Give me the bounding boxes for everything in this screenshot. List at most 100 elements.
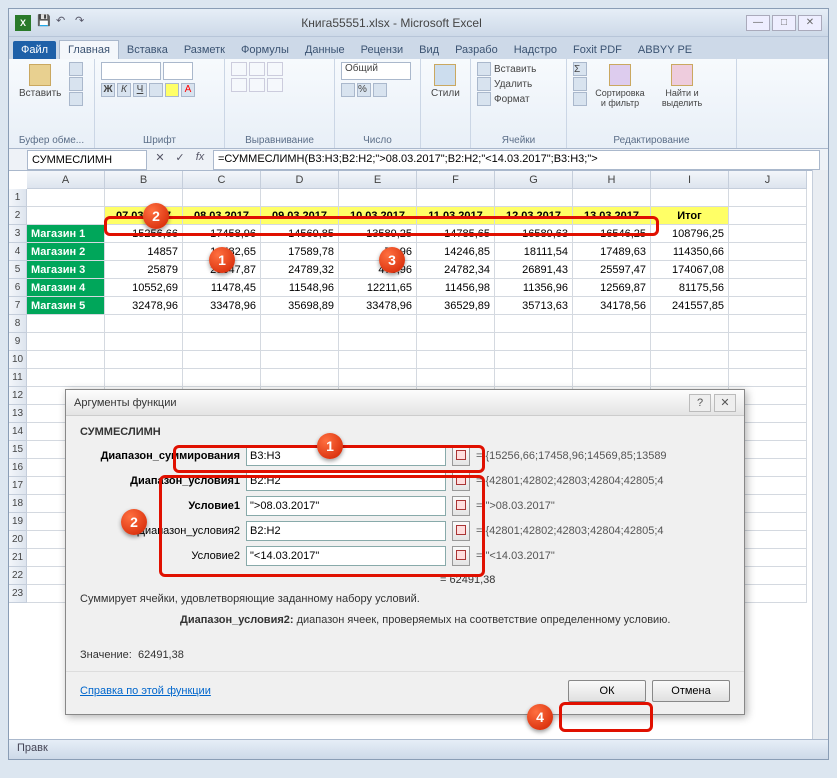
tab-review[interactable]: Рецензи	[353, 41, 412, 59]
name-box[interactable]	[27, 150, 147, 170]
cell[interactable]	[261, 315, 339, 333]
cell[interactable]: 13.03.2017	[573, 207, 651, 225]
cell[interactable]	[27, 315, 105, 333]
cell[interactable]: 08.03.2017	[183, 207, 261, 225]
help-link[interactable]: Справка по этой функции	[80, 685, 562, 697]
font-family-select[interactable]	[101, 62, 161, 80]
cell[interactable]	[729, 225, 807, 243]
row-header[interactable]: 21	[9, 549, 27, 567]
save-icon[interactable]: 💾	[37, 14, 53, 30]
cell[interactable]	[495, 189, 573, 207]
formula-bar[interactable]: =СУММЕСЛИМН(B3:H3;B2:H2;">08.03.2017";B2…	[213, 150, 820, 170]
cell[interactable]	[651, 189, 729, 207]
cell[interactable]	[105, 315, 183, 333]
cell[interactable]	[339, 189, 417, 207]
cell[interactable]	[573, 315, 651, 333]
cell[interactable]: 14785,65	[417, 225, 495, 243]
cell[interactable]	[729, 315, 807, 333]
col-header[interactable]: A	[27, 171, 105, 189]
cell[interactable]: 14246,85	[417, 243, 495, 261]
cell[interactable]: 10552,69	[105, 279, 183, 297]
dialog-titlebar[interactable]: Аргументы функции ? ✕	[66, 390, 744, 416]
minimize-button[interactable]: —	[746, 15, 770, 31]
redo-icon[interactable]: ↷	[75, 14, 91, 30]
cell[interactable]: 78,96	[339, 243, 417, 261]
dialog-close-button[interactable]: ✕	[714, 394, 736, 412]
range-selector-button[interactable]	[452, 521, 470, 541]
cell[interactable]: 34178,56	[573, 297, 651, 315]
cell[interactable]: 33478,96	[183, 297, 261, 315]
cell[interactable]	[27, 351, 105, 369]
styles-button[interactable]: Стили	[427, 62, 464, 101]
col-header[interactable]: C	[183, 171, 261, 189]
tab-view[interactable]: Вид	[411, 41, 447, 59]
cell[interactable]	[27, 189, 105, 207]
autosum-button[interactable]: Σ	[573, 62, 587, 76]
undo-icon[interactable]: ↶	[56, 14, 72, 30]
fill-color-button[interactable]	[165, 83, 179, 97]
row-header[interactable]: 9	[9, 333, 27, 351]
cell[interactable]: 10.03.2017	[339, 207, 417, 225]
row-header[interactable]: 3	[9, 225, 27, 243]
cell[interactable]: 14857	[105, 243, 183, 261]
cell[interactable]	[417, 369, 495, 387]
cell[interactable]	[729, 369, 807, 387]
arg-input[interactable]	[246, 496, 446, 516]
bold-button[interactable]: Ж	[101, 83, 115, 97]
cell[interactable]	[339, 315, 417, 333]
percent-button[interactable]: %	[357, 83, 371, 97]
col-header[interactable]: I	[651, 171, 729, 189]
cell[interactable]: 17489,63	[573, 243, 651, 261]
cell[interactable]	[339, 369, 417, 387]
cell[interactable]: 114350,66	[651, 243, 729, 261]
cell[interactable]: 14569,85	[261, 225, 339, 243]
cell[interactable]	[729, 297, 807, 315]
cell[interactable]: 16589,63	[495, 225, 573, 243]
col-header[interactable]: B	[105, 171, 183, 189]
tab-formulas[interactable]: Формулы	[233, 41, 297, 59]
row-header[interactable]: 1	[9, 189, 27, 207]
tab-insert[interactable]: Вставка	[119, 41, 176, 59]
comma-button[interactable]	[373, 83, 387, 97]
col-header[interactable]: H	[573, 171, 651, 189]
cell[interactable]	[573, 369, 651, 387]
cell[interactable]	[573, 333, 651, 351]
enter-formula-button[interactable]: ✓	[171, 151, 189, 169]
cell[interactable]: 25879	[105, 261, 183, 279]
cell[interactable]	[27, 369, 105, 387]
row-header[interactable]: 4	[9, 243, 27, 261]
cell[interactable]: 12.03.2017	[495, 207, 573, 225]
cell[interactable]: 24782,34	[417, 261, 495, 279]
col-header[interactable]: D	[261, 171, 339, 189]
arg-input[interactable]	[246, 446, 446, 466]
cell[interactable]	[183, 369, 261, 387]
row-header[interactable]: 5	[9, 261, 27, 279]
row-header[interactable]: 6	[9, 279, 27, 297]
row-header[interactable]: 13	[9, 405, 27, 423]
col-header[interactable]: G	[495, 171, 573, 189]
cell[interactable]	[261, 351, 339, 369]
cell[interactable]: 108796,25	[651, 225, 729, 243]
insert-cells-button[interactable]: Вставить	[477, 62, 536, 76]
cell[interactable]	[729, 243, 807, 261]
cell[interactable]	[651, 351, 729, 369]
cell[interactable]: 11.03.2017	[417, 207, 495, 225]
fill-button[interactable]	[573, 77, 587, 91]
cell[interactable]	[729, 207, 807, 225]
cell[interactable]: 24789,32	[261, 261, 339, 279]
cell[interactable]	[495, 315, 573, 333]
cell[interactable]	[495, 351, 573, 369]
row-header[interactable]: 16	[9, 459, 27, 477]
cell[interactable]	[495, 333, 573, 351]
sort-filter-button[interactable]: Сортировка и фильтр	[591, 62, 649, 110]
cell[interactable]: 35713,63	[495, 297, 573, 315]
row-header[interactable]: 20	[9, 531, 27, 549]
cell[interactable]	[105, 369, 183, 387]
cancel-formula-button[interactable]: ✕	[151, 151, 169, 169]
cell[interactable]: 11478,45	[183, 279, 261, 297]
row-header[interactable]: 10	[9, 351, 27, 369]
copy-button[interactable]	[69, 77, 83, 91]
cell[interactable]: 36529,89	[417, 297, 495, 315]
cell[interactable]	[651, 333, 729, 351]
arg-input[interactable]	[246, 546, 446, 566]
